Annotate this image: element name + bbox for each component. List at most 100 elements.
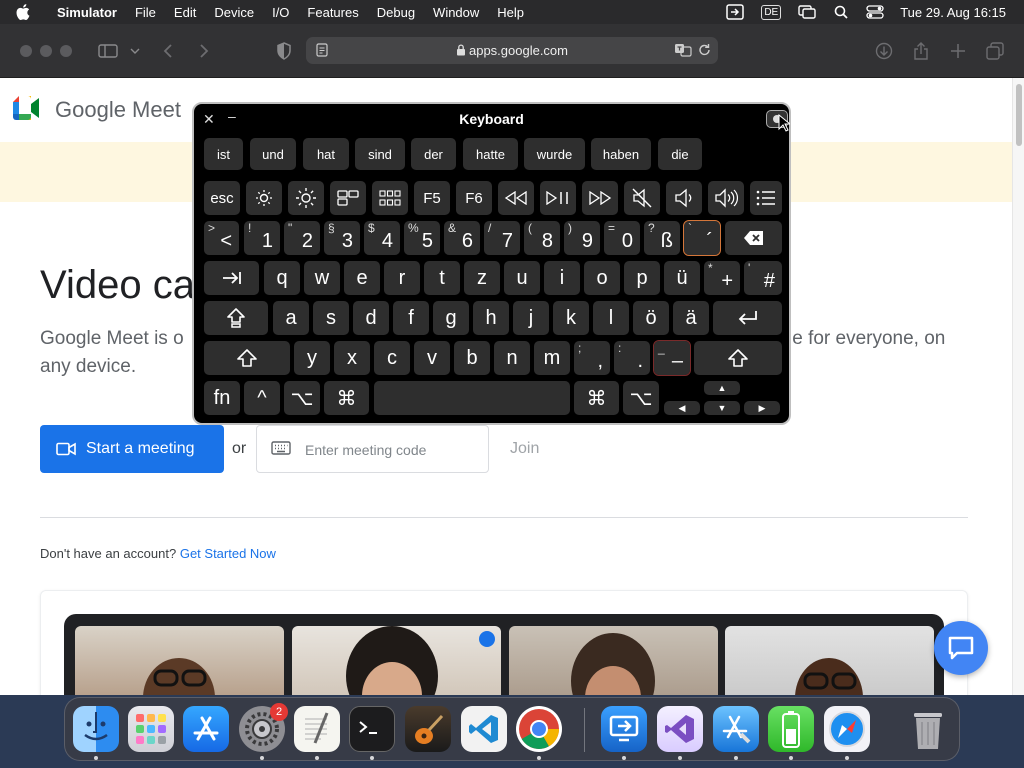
- forward-button-icon[interactable]: [193, 40, 215, 62]
- option-key-right[interactable]: ⌥: [623, 381, 659, 415]
- key-0[interactable]: = 0: [604, 221, 640, 255]
- mission-control-key[interactable]: [330, 181, 366, 215]
- dock-instruments[interactable]: [405, 706, 451, 752]
- play-pause-key[interactable]: [540, 181, 576, 215]
- key-h[interactable]: h: [473, 301, 509, 335]
- key-k[interactable]: k: [553, 301, 589, 335]
- dock-visual-studio[interactable]: [657, 706, 703, 752]
- key-m[interactable]: m: [534, 341, 570, 375]
- brand-name[interactable]: Google Meet: [55, 97, 181, 123]
- esc-key[interactable]: esc: [204, 181, 240, 215]
- menu-file[interactable]: File: [126, 5, 165, 20]
- tab-overview-icon[interactable]: [984, 40, 1006, 62]
- prediction-key[interactable]: haben: [591, 138, 651, 170]
- key-comma[interactable]: ;,: [574, 341, 610, 375]
- arrow-right-key[interactable]: ▶: [744, 401, 780, 415]
- backspace-key[interactable]: [725, 221, 782, 255]
- right-shift-key[interactable]: [694, 341, 782, 375]
- dock-launchpad[interactable]: [128, 706, 174, 752]
- key-w[interactable]: w: [304, 261, 340, 295]
- arrow-up-key[interactable]: ▲: [704, 381, 740, 395]
- key-f[interactable]: f: [393, 301, 429, 335]
- key-plus[interactable]: * +: [704, 261, 740, 295]
- menu-bar-clock[interactable]: Tue 29. Aug 16:15: [900, 5, 1006, 20]
- brightness-down-key[interactable]: [246, 181, 282, 215]
- key-eszett[interactable]: ? ß: [644, 221, 680, 255]
- fast-forward-key[interactable]: [582, 181, 618, 215]
- window-close-button[interactable]: [20, 45, 32, 57]
- dock-remote-desktop[interactable]: [601, 706, 647, 752]
- new-tab-icon[interactable]: [947, 40, 969, 62]
- key-b[interactable]: b: [454, 341, 490, 375]
- key-hash[interactable]: ' #: [744, 261, 782, 295]
- caps-lock-key[interactable]: [204, 301, 268, 335]
- chat-support-button[interactable]: [934, 621, 988, 675]
- tab-key[interactable]: [204, 261, 259, 295]
- key-o-umlaut[interactable]: ö: [633, 301, 669, 335]
- key-u[interactable]: u: [504, 261, 540, 295]
- key-a[interactable]: a: [273, 301, 309, 335]
- get-started-link[interactable]: Get Started Now: [180, 546, 276, 561]
- prediction-key[interactable]: sind: [355, 138, 405, 170]
- volume-down-key[interactable]: [666, 181, 702, 215]
- key-o[interactable]: o: [584, 261, 620, 295]
- list-key[interactable]: [750, 181, 782, 215]
- key-q[interactable]: q: [264, 261, 300, 295]
- downloads-icon[interactable]: [873, 40, 895, 62]
- volume-up-key[interactable]: [708, 181, 744, 215]
- dock-vscode[interactable]: [461, 706, 507, 752]
- launchpad-key[interactable]: [372, 181, 408, 215]
- fn-key[interactable]: fn: [204, 381, 240, 415]
- key-y[interactable]: y: [294, 341, 330, 375]
- key-l[interactable]: l: [593, 301, 629, 335]
- key-3[interactable]: § 3: [324, 221, 360, 255]
- spotlight-search-icon[interactable]: [831, 4, 851, 20]
- dock-finder[interactable]: [73, 706, 119, 752]
- dock-xcode[interactable]: [713, 706, 759, 752]
- key-x[interactable]: x: [334, 341, 370, 375]
- menu-features[interactable]: Features: [298, 5, 367, 20]
- key-9[interactable]: ) 9: [564, 221, 600, 255]
- prediction-key[interactable]: und: [250, 138, 296, 170]
- dock-safari[interactable]: [824, 706, 870, 752]
- key-2[interactable]: " 2: [284, 221, 320, 255]
- key-c[interactable]: c: [374, 341, 410, 375]
- dock-chrome[interactable]: [516, 706, 562, 752]
- menu-simulator[interactable]: Simulator: [48, 5, 126, 20]
- control-key[interactable]: ^: [244, 381, 280, 415]
- menu-io[interactable]: I/O: [263, 5, 298, 20]
- f5-key[interactable]: F5: [414, 181, 450, 215]
- control-center-icon[interactable]: [865, 4, 885, 20]
- key-p[interactable]: p: [624, 261, 660, 295]
- join-button[interactable]: Join: [510, 440, 539, 458]
- rewind-key[interactable]: [498, 181, 534, 215]
- f6-key[interactable]: F6: [456, 181, 492, 215]
- menu-device[interactable]: Device: [205, 5, 263, 20]
- arrow-down-key[interactable]: ▼: [704, 401, 740, 415]
- brightness-up-key[interactable]: [288, 181, 324, 215]
- dock-battery-monitor[interactable]: [768, 706, 814, 752]
- key-g[interactable]: g: [433, 301, 469, 335]
- key-r[interactable]: r: [384, 261, 420, 295]
- menu-debug[interactable]: Debug: [368, 5, 424, 20]
- dock-textedit[interactable]: [294, 706, 340, 752]
- dock-app-store[interactable]: [183, 706, 229, 752]
- key-v[interactable]: v: [414, 341, 450, 375]
- prediction-key[interactable]: ist: [204, 138, 243, 170]
- window-zoom-button[interactable]: [60, 45, 72, 57]
- key-6[interactable]: & 6: [444, 221, 480, 255]
- prediction-key[interactable]: der: [411, 138, 456, 170]
- key-accent[interactable]: ` ´: [683, 220, 721, 256]
- key-z[interactable]: z: [464, 261, 500, 295]
- return-key[interactable]: [713, 301, 782, 335]
- chevron-down-icon[interactable]: [124, 40, 146, 62]
- key-1[interactable]: ! 1: [244, 221, 280, 255]
- key-s[interactable]: s: [313, 301, 349, 335]
- menu-window[interactable]: Window: [424, 5, 488, 20]
- share-icon[interactable]: [910, 40, 932, 62]
- translate-icon[interactable]: [674, 42, 692, 61]
- menu-edit[interactable]: Edit: [165, 5, 205, 20]
- remote-desktop-status-icon[interactable]: [725, 4, 745, 20]
- mute-key[interactable]: [624, 181, 660, 215]
- page-scrollbar[interactable]: [1012, 78, 1024, 695]
